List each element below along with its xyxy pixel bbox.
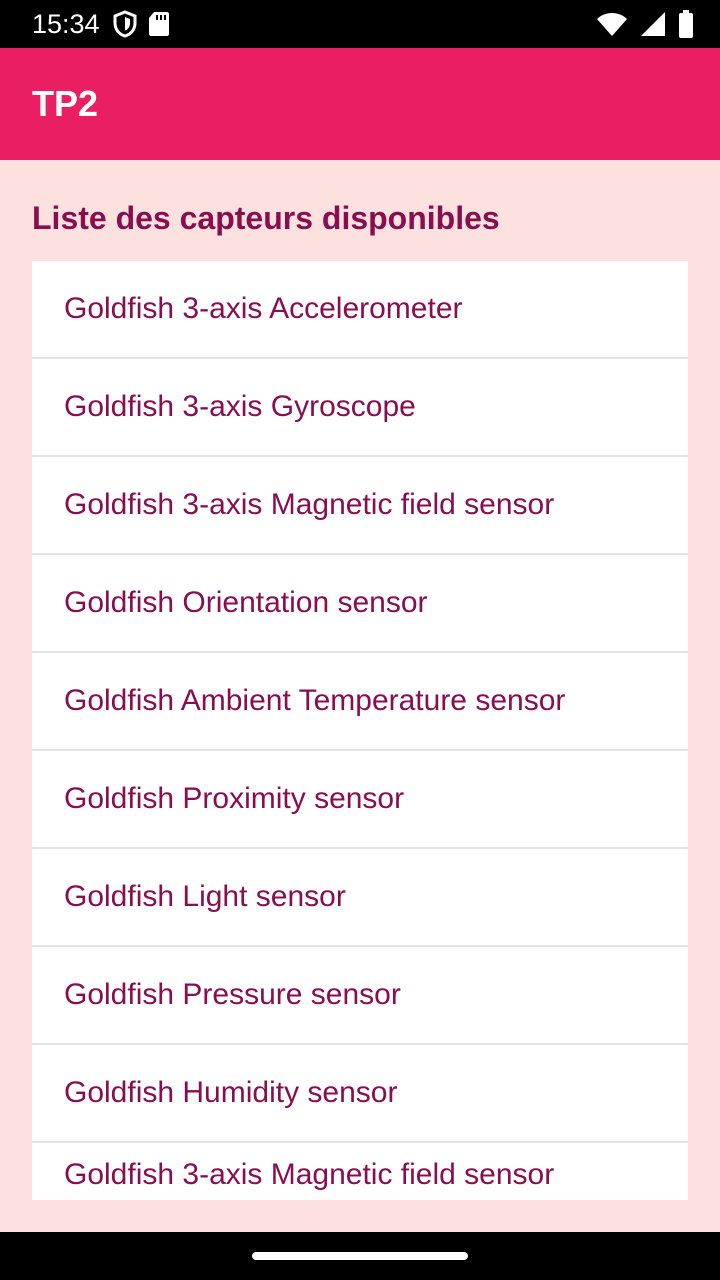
list-item[interactable]: Goldfish Orientation sensor bbox=[32, 555, 688, 653]
list-item[interactable]: Goldfish Ambient Temperature sensor bbox=[32, 653, 688, 751]
section-title: Liste des capteurs disponibles bbox=[32, 200, 500, 236]
list-item-label: Goldfish 3-axis Gyroscope bbox=[64, 390, 416, 423]
status-time: 15:34 bbox=[32, 9, 100, 39]
app-bar: TP2 bbox=[0, 48, 720, 160]
sd-card-icon bbox=[148, 11, 170, 42]
list-item-label: Goldfish 3-axis Accelerometer bbox=[64, 292, 463, 325]
battery-icon bbox=[678, 10, 694, 43]
list-item-label: Goldfish 3-axis Magnetic field sensor bbox=[64, 488, 555, 521]
list-item-label: Goldfish Proximity sensor bbox=[64, 782, 405, 815]
list-item-label: Goldfish Ambient Temperature sensor bbox=[64, 684, 566, 717]
list-item[interactable]: Goldfish 3-axis Magnetic field sensor bbox=[32, 457, 688, 555]
list-item-label: Goldfish Humidity sensor bbox=[64, 1076, 398, 1109]
list-item[interactable]: Goldfish Humidity sensor bbox=[32, 1045, 688, 1143]
status-bar: 15:34 bbox=[0, 0, 720, 48]
list-item-label: Goldfish Orientation sensor bbox=[64, 586, 428, 619]
navigation-bar bbox=[0, 1232, 720, 1280]
list-item[interactable]: Goldfish Proximity sensor bbox=[32, 751, 688, 849]
app-title: TP2 bbox=[32, 83, 99, 124]
list-item[interactable]: Goldfish 3-axis Magnetic field sensor (u… bbox=[32, 1143, 688, 1200]
list-item-label: Goldfish 3-axis Magnetic field sensor (u… bbox=[64, 1158, 555, 1200]
list-item[interactable]: Goldfish 3-axis Gyroscope bbox=[32, 359, 688, 457]
shield-icon bbox=[112, 10, 138, 43]
list-item[interactable]: Goldfish 3-axis Accelerometer bbox=[32, 261, 688, 359]
wifi-icon bbox=[596, 11, 628, 42]
list-item[interactable]: Goldfish Pressure sensor bbox=[32, 947, 688, 1045]
status-left-icons bbox=[112, 10, 170, 43]
list-item[interactable]: Goldfish Light sensor bbox=[32, 849, 688, 947]
signal-icon bbox=[640, 11, 666, 42]
status-right-icons bbox=[596, 10, 694, 43]
home-indicator[interactable] bbox=[252, 1252, 468, 1260]
list-item-label: Goldfish Light sensor bbox=[64, 880, 346, 913]
list-item-label: Goldfish Pressure sensor bbox=[64, 978, 401, 1011]
sensor-list[interactable]: Goldfish 3-axis Accelerometer Goldfish 3… bbox=[32, 261, 688, 1200]
